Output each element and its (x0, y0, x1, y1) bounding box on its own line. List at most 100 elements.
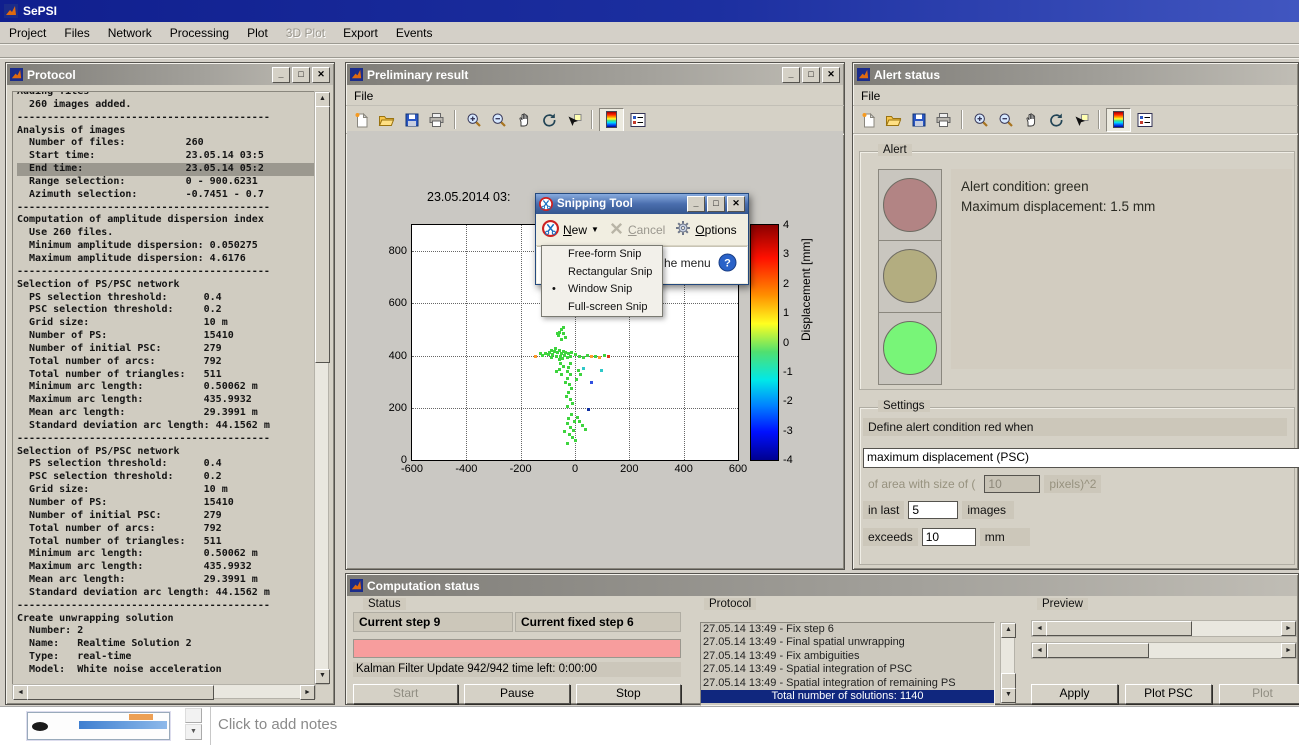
protocol-line: Number: 2 (17, 625, 315, 638)
log-row[interactable]: 27.05.14 13:49 - Spatial integration of … (701, 677, 994, 690)
menu-export[interactable]: Export (334, 24, 387, 42)
scroll-thumb[interactable] (315, 106, 330, 363)
log-row[interactable]: 27.05.14 13:49 - Fix ambiguities (701, 650, 994, 663)
print-icon[interactable] (425, 109, 448, 131)
new-button[interactable]: New▼ (542, 220, 599, 240)
area-size-input[interactable]: 10 (984, 475, 1040, 493)
print-icon[interactable] (932, 109, 955, 131)
scroll-thumb[interactable] (1046, 621, 1192, 636)
options-button[interactable]: Options (675, 220, 736, 239)
colorbar-icon[interactable] (599, 108, 624, 132)
open-folder-icon[interactable] (882, 109, 905, 131)
maximize-button[interactable]: □ (292, 67, 310, 83)
protocol-line: PS selection threshold: 0.4 (17, 458, 315, 471)
colorbar-icon[interactable] (1106, 108, 1131, 132)
scroll-left-button[interactable]: ◄ (1032, 643, 1047, 658)
new-file-icon[interactable] (350, 109, 373, 131)
protocol-horizontal-scrollbar[interactable]: ◄ ► (12, 684, 316, 699)
menu-project[interactable]: Project (0, 24, 55, 42)
close-button[interactable]: ✕ (727, 196, 745, 212)
protocol-log[interactable]: Adding files 260 images added.----------… (12, 91, 316, 685)
current-fixed-step-header: Current fixed step 6 (515, 612, 681, 632)
chevron-down-icon[interactable]: ▼ (591, 225, 599, 234)
rotate-3d-icon[interactable] (1044, 109, 1067, 131)
scroll-thumb[interactable] (1047, 643, 1149, 658)
scroll-up-button[interactable]: ▲ (315, 92, 330, 107)
zoom-in-icon[interactable] (462, 109, 485, 131)
zoom-in-icon[interactable] (969, 109, 992, 131)
menu-item-free-form-snip[interactable]: Free-form Snip (542, 246, 662, 264)
protocol-vertical-scrollbar[interactable]: ▲ ▼ (314, 91, 329, 685)
scroll-down-button[interactable]: ▼ (1001, 688, 1016, 703)
new-file-icon[interactable] (857, 109, 880, 131)
computation-titlebar[interactable]: Computation status (347, 575, 1297, 596)
scroll-thumb[interactable] (1001, 673, 1016, 689)
save-icon[interactable] (907, 109, 930, 131)
insert-legend-icon[interactable] (1133, 109, 1156, 131)
pan-icon[interactable] (1019, 109, 1042, 131)
maximize-button[interactable]: □ (802, 67, 820, 83)
log-row[interactable]: 27.05.14 13:49 - Spatial integration of … (701, 663, 994, 676)
scroll-left-button[interactable]: ◄ (13, 685, 28, 700)
pause-button[interactable]: Pause (464, 684, 569, 704)
open-folder-icon[interactable] (375, 109, 398, 131)
minimize-button[interactable]: _ (687, 196, 705, 212)
stop-button[interactable]: Stop (576, 684, 681, 704)
save-icon[interactable] (400, 109, 423, 131)
preview-slider-1[interactable]: ◄ ► (1031, 620, 1297, 637)
matlab-window-icon (857, 68, 870, 81)
minimize-button[interactable]: _ (782, 67, 800, 83)
zoom-out-icon[interactable] (487, 109, 510, 131)
help-icon[interactable]: ? (718, 253, 737, 277)
notes-placeholder[interactable]: Click to add notes (218, 716, 337, 733)
menu-item-full-screen-snip[interactable]: Full-screen Snip (542, 299, 662, 317)
slide-thumbnail[interactable] (27, 712, 170, 740)
plot-psc-button[interactable]: Plot PSC (1125, 684, 1212, 704)
scatter-point (598, 356, 601, 359)
scroll-thumb[interactable] (27, 685, 214, 700)
thumbnail-scroll-down-button[interactable]: ▼ (185, 724, 202, 740)
log-row[interactable]: 27.05.14 13:49 - Fix step 6 (701, 623, 994, 636)
scroll-down-button[interactable]: ▼ (315, 669, 330, 684)
scroll-right-button[interactable]: ► (1281, 643, 1296, 658)
menu-plot[interactable]: Plot (238, 24, 277, 42)
computation-log-list[interactable]: 27.05.14 13:49 - Fix step 627.05.14 13:4… (700, 622, 995, 706)
close-button[interactable]: ✕ (822, 67, 840, 83)
log-row[interactable]: 27.05.14 13:49 - Final spatial unwrappin… (701, 636, 994, 649)
menu-events[interactable]: Events (387, 24, 442, 42)
log-row-selected[interactable]: Total number of solutions: 1140 (701, 690, 994, 703)
menu-files[interactable]: Files (55, 24, 98, 42)
scroll-right-button[interactable]: ► (300, 685, 315, 700)
close-button[interactable]: ✕ (312, 67, 330, 83)
file-menu[interactable]: File (346, 86, 844, 106)
scatter-point (560, 328, 563, 331)
maximize-button[interactable]: □ (707, 196, 725, 212)
snipping-tool-titlebar[interactable]: Snipping Tool _ □ ✕ (536, 194, 748, 214)
pan-icon[interactable] (512, 109, 535, 131)
data-cursor-icon[interactable] (1069, 109, 1092, 131)
protocol-titlebar[interactable]: Protocol _ □ ✕ (7, 64, 333, 85)
data-cursor-icon[interactable] (562, 109, 585, 131)
apply-button[interactable]: Apply (1031, 684, 1118, 704)
scroll-up-button[interactable]: ▲ (1001, 623, 1016, 638)
menu-processing[interactable]: Processing (161, 24, 238, 42)
preview-slider-2[interactable]: ◄ ► (1031, 642, 1297, 659)
scroll-left-button[interactable]: ◄ (1032, 621, 1047, 636)
x-tick-label: 600 (729, 463, 747, 475)
insert-legend-icon[interactable] (626, 109, 649, 131)
scroll-right-button[interactable]: ► (1281, 621, 1296, 636)
thumbnail-scroll-track[interactable] (185, 708, 202, 723)
minimize-button[interactable]: _ (272, 67, 290, 83)
menu-item-rectangular-snip[interactable]: Rectangular Snip (542, 264, 662, 282)
exceeds-input[interactable]: 10 (922, 528, 976, 546)
alert-titlebar[interactable]: Alert status (854, 64, 1297, 85)
menu-item-window-snip[interactable]: •Window Snip (542, 281, 662, 299)
preliminary-titlebar[interactable]: Preliminary result _ □ ✕ (347, 64, 843, 85)
rotate-3d-icon[interactable] (537, 109, 560, 131)
menu-network[interactable]: Network (99, 24, 161, 42)
in-last-input[interactable]: 5 (908, 501, 958, 519)
condition-dropdown[interactable]: maximum displacement (PSC) (863, 448, 1299, 468)
log-scrollbar[interactable]: ▲ ▼ (1000, 622, 1015, 704)
zoom-out-icon[interactable] (994, 109, 1017, 131)
file-menu[interactable]: File (853, 86, 1298, 106)
